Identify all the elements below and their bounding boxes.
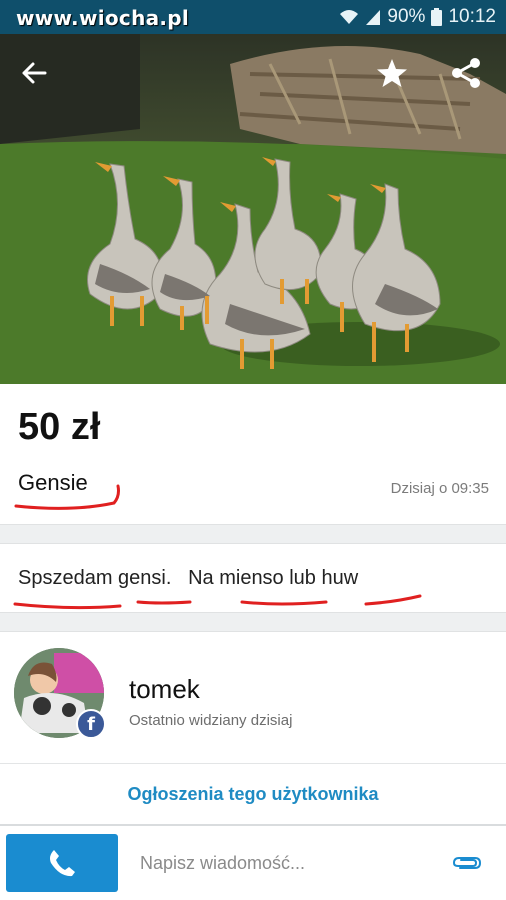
bottom-bar (0, 824, 506, 900)
listing-date: Dzisiaj o 09:35 (390, 480, 489, 497)
geese-photo (0, 34, 506, 384)
phone-icon (50, 850, 75, 877)
seller-name[interactable]: tomek (129, 674, 200, 705)
listing-photo[interactable] (0, 34, 506, 384)
wifi-icon (339, 8, 359, 26)
section-divider (0, 612, 506, 632)
star-icon (377, 59, 407, 87)
red-underline (14, 484, 120, 510)
battery-level: 90% (387, 6, 426, 27)
favorite-button[interactable] (370, 51, 414, 95)
listing-description: Spszedam gensi. Na mienso lub huw (18, 567, 359, 589)
back-button[interactable] (12, 51, 56, 95)
share-icon (452, 58, 480, 88)
share-button[interactable] (444, 51, 488, 95)
listing-price: 50 zł (18, 406, 101, 448)
seller-last-seen: Ostatnio widziany dzisiaj (129, 712, 293, 729)
paperclip-icon (452, 857, 482, 869)
status-bar: www.wiocha.pl 90% 10:12 (0, 0, 506, 34)
signal-icon (365, 8, 381, 26)
section-divider (0, 524, 506, 544)
battery-icon (431, 8, 443, 26)
screen: www.wiocha.pl 90% 10:12 50 zł Gensie Dzi… (0, 0, 506, 900)
watermark: www.wiocha.pl (16, 6, 190, 30)
status-indicators: 90% 10:12 (339, 5, 496, 29)
user-ads-link[interactable]: Ogłoszenia tego użytkownika (0, 784, 506, 805)
divider (0, 763, 506, 764)
arrow-back-icon (22, 62, 47, 84)
message-input[interactable] (128, 836, 438, 890)
attach-button[interactable] (450, 848, 484, 878)
call-button[interactable] (6, 834, 118, 892)
clock: 10:12 (448, 6, 496, 27)
facebook-badge-icon: f (76, 709, 106, 739)
